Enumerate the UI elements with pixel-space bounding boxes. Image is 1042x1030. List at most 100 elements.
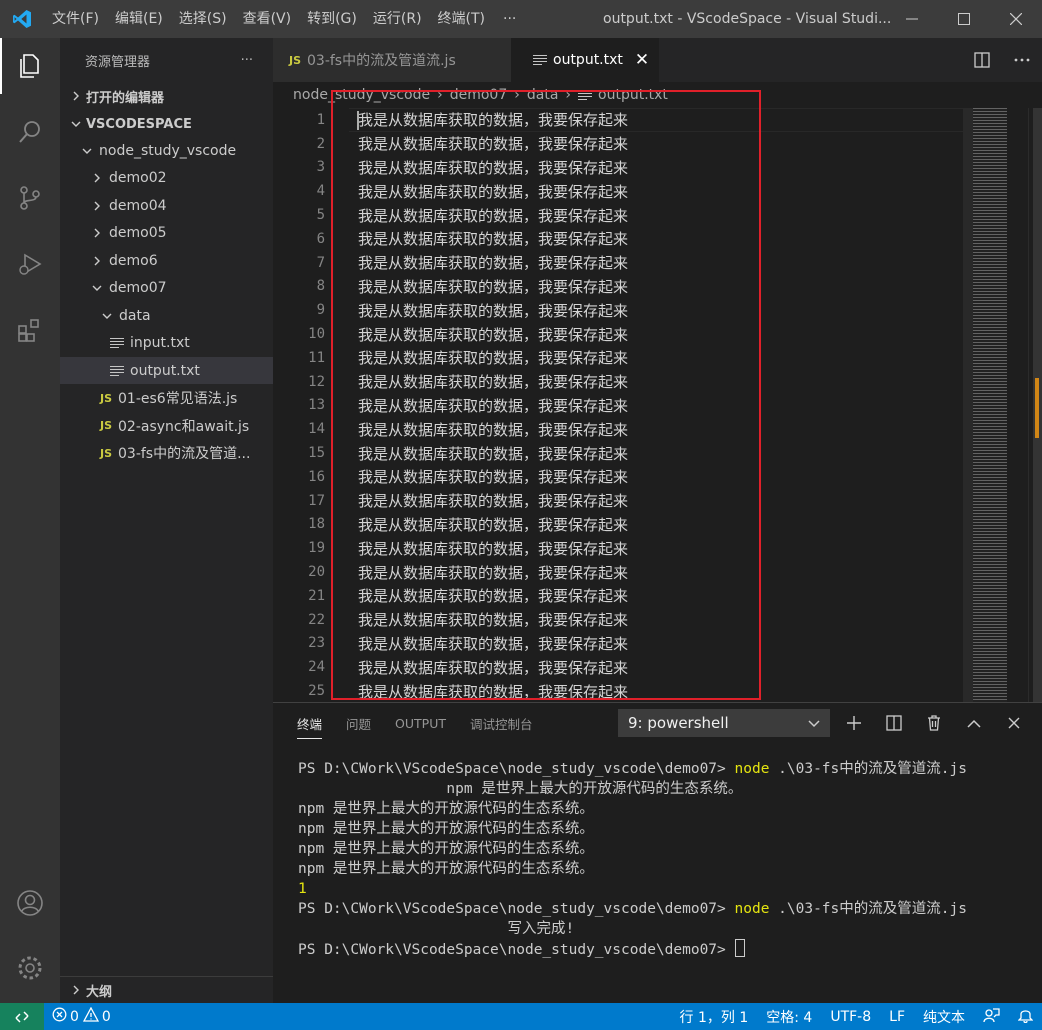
run-debug-icon[interactable] (0, 236, 60, 292)
extensions-icon[interactable] (0, 302, 60, 358)
editor-line: 8 我是从数据库获取的数据，我要保存起来 (273, 275, 963, 299)
feedback-icon[interactable] (974, 1007, 1009, 1027)
breadcrumb-item[interactable]: data (527, 87, 559, 103)
close-panel-icon[interactable] (994, 717, 1034, 729)
indentation[interactable]: 空格: 4 (757, 1007, 821, 1027)
tab-debug-console[interactable]: 调试控制台 (470, 703, 533, 743)
terminal-command: node (734, 761, 770, 777)
chevron-right-icon: › (565, 87, 572, 103)
editor-tabs: JS 03-fs中的流及管道流.js output.txt ✕ (273, 38, 1042, 82)
chevron-down-icon (90, 283, 104, 293)
language-mode[interactable]: 纯文本 (914, 1007, 974, 1027)
explorer-more-button[interactable]: ··· (241, 53, 253, 68)
terminal-output[interactable]: PS D:\CWork\VScodeSpace\node_study_vscod… (298, 759, 1033, 959)
js-file-icon: JS (289, 53, 302, 67)
error-icon (52, 1007, 67, 1026)
trash-icon[interactable] (914, 715, 954, 731)
tree-item[interactable]: demo04 (60, 192, 273, 219)
tree-item[interactable]: JS 01-es6常见语法.js (60, 385, 273, 412)
line-number: 14 (308, 421, 325, 438)
terminal-line: PS D:\CWork\VScodeSpace\node_study_vscod… (298, 899, 1033, 919)
menu-item[interactable]: 终端(T) (430, 0, 493, 38)
menu-item[interactable]: 文件(F) (44, 0, 107, 38)
tree-item[interactable]: demo6 (60, 247, 273, 274)
editor-line: 16 我是从数据库获取的数据，我要保存起来 (273, 465, 963, 489)
line-number: 8 (316, 278, 325, 295)
outline-section[interactable]: 大纲 (60, 976, 273, 1003)
terminal-select[interactable]: 9: powershell (618, 709, 830, 737)
tree-item[interactable]: demo02 (60, 165, 273, 192)
new-terminal-plus-icon[interactable] (834, 715, 874, 731)
line-text: 我是从数据库获取的数据，我要保存起来 (358, 301, 629, 320)
menu-more-button[interactable]: ··· (493, 11, 526, 27)
menu-item[interactable]: 转到(G) (299, 0, 365, 38)
editor-line: 9 我是从数据库获取的数据，我要保存起来 (273, 298, 963, 322)
workspace-section[interactable]: VSCODESPACE (60, 110, 273, 138)
more-actions-icon[interactable] (1002, 58, 1042, 62)
search-icon[interactable] (0, 104, 60, 160)
tab-terminal[interactable]: 终端 (297, 703, 323, 743)
terminal-text: npm 是世界上最大的开放源代码的生态系统。 (298, 841, 594, 857)
account-icon[interactable] (0, 875, 60, 931)
tree-item[interactable]: JS 03-fs中的流及管道... (60, 440, 273, 467)
tree-item[interactable]: data (60, 302, 273, 329)
settings-gear-icon[interactable] (0, 940, 60, 996)
breadcrumb-item[interactable]: output.txt (598, 87, 668, 103)
close-window-button[interactable] (990, 0, 1042, 38)
split-editor-icon[interactable] (962, 52, 1002, 68)
text-editor[interactable]: 1 我是从数据库获取的数据，我要保存起来 2 我是从数据库获取的数据，我要保存起来 3 我… (273, 108, 1042, 702)
line-text: 我是从数据库获取的数据，我要保存起来 (358, 682, 629, 701)
menu-item[interactable]: 运行(R) (365, 0, 430, 38)
maximize-button[interactable] (938, 0, 990, 38)
tab-close-button[interactable]: ✕ (635, 50, 649, 70)
remote-icon[interactable] (0, 1003, 44, 1030)
breadcrumb-item[interactable]: demo07 (450, 87, 508, 103)
line-number: 5 (316, 207, 325, 224)
breadcrumb: node_study_vscode › demo07 › data › outp… (273, 82, 1042, 108)
line-number: 16 (308, 468, 325, 485)
chevron-right-icon (90, 228, 104, 238)
tree-item[interactable]: JS 02-async和await.js (60, 412, 273, 439)
tree-item[interactable]: input.txt (60, 330, 273, 357)
menu-item[interactable]: 查看(V) (235, 0, 300, 38)
tree-item[interactable]: output.txt (60, 357, 273, 384)
split-terminal-icon[interactable] (874, 715, 914, 731)
text-file-icon (110, 365, 124, 376)
tab-fs-stream-js[interactable]: JS 03-fs中的流及管道流.js (273, 38, 511, 82)
line-text: 我是从数据库获取的数据，我要保存起来 (358, 563, 629, 582)
line-text: 我是从数据库获取的数据，我要保存起来 (358, 634, 629, 653)
chevron-right-icon (68, 985, 84, 995)
tab-output[interactable]: OUTPUT (395, 703, 446, 743)
tab-problems[interactable]: 问题 (346, 703, 371, 743)
line-text: 我是从数据库获取的数据，我要保存起来 (358, 468, 629, 487)
line-number: 20 (308, 564, 325, 581)
tree-item[interactable]: demo05 (60, 220, 273, 247)
editor-line: 19 我是从数据库获取的数据，我要保存起来 (273, 536, 963, 560)
menu-item[interactable]: 编辑(E) (107, 0, 171, 38)
explorer-icon[interactable] (0, 38, 60, 94)
notifications-bell-icon[interactable] (1009, 1007, 1042, 1027)
tree-item[interactable]: node_study_vscode (60, 137, 273, 164)
minimize-button[interactable] (886, 0, 938, 38)
line-text: 我是从数据库获取的数据，我要保存起来 (358, 158, 629, 177)
end-of-line[interactable]: LF (880, 1009, 914, 1025)
maximize-panel-chevron-up-icon[interactable] (954, 719, 994, 728)
menu-item[interactable]: 选择(S) (171, 0, 235, 38)
tab-output-txt[interactable]: output.txt ✕ (511, 38, 659, 82)
line-text: 我是从数据库获取的数据，我要保存起来 (358, 444, 629, 463)
terminal-text: npm 是世界上最大的开放源代码的生态系统。 (298, 781, 743, 797)
source-control-icon[interactable] (0, 170, 60, 226)
encoding[interactable]: UTF-8 (821, 1009, 880, 1025)
explorer-sidebar: 资源管理器 ··· 打开的编辑器 VSCODESPACE node_study_… (60, 38, 273, 1003)
terminal-text: 写入完成! (298, 921, 575, 937)
line-text: 我是从数据库获取的数据，我要保存起来 (358, 396, 629, 415)
line-text: 我是从数据库获取的数据，我要保存起来 (358, 135, 629, 154)
breadcrumb-item[interactable]: node_study_vscode (293, 87, 430, 103)
open-editors-section[interactable]: 打开的编辑器 (60, 82, 273, 110)
editor-line: 22 我是从数据库获取的数据，我要保存起来 (273, 608, 963, 632)
cursor-position[interactable]: 行 1，列 1 (671, 1007, 758, 1027)
tree-item[interactable]: demo07 (60, 275, 273, 302)
tree-item-label: 03-fs中的流及管道... (118, 446, 251, 462)
minimap[interactable] (973, 108, 1007, 702)
problems-status[interactable]: 0 0 (44, 1006, 111, 1026)
